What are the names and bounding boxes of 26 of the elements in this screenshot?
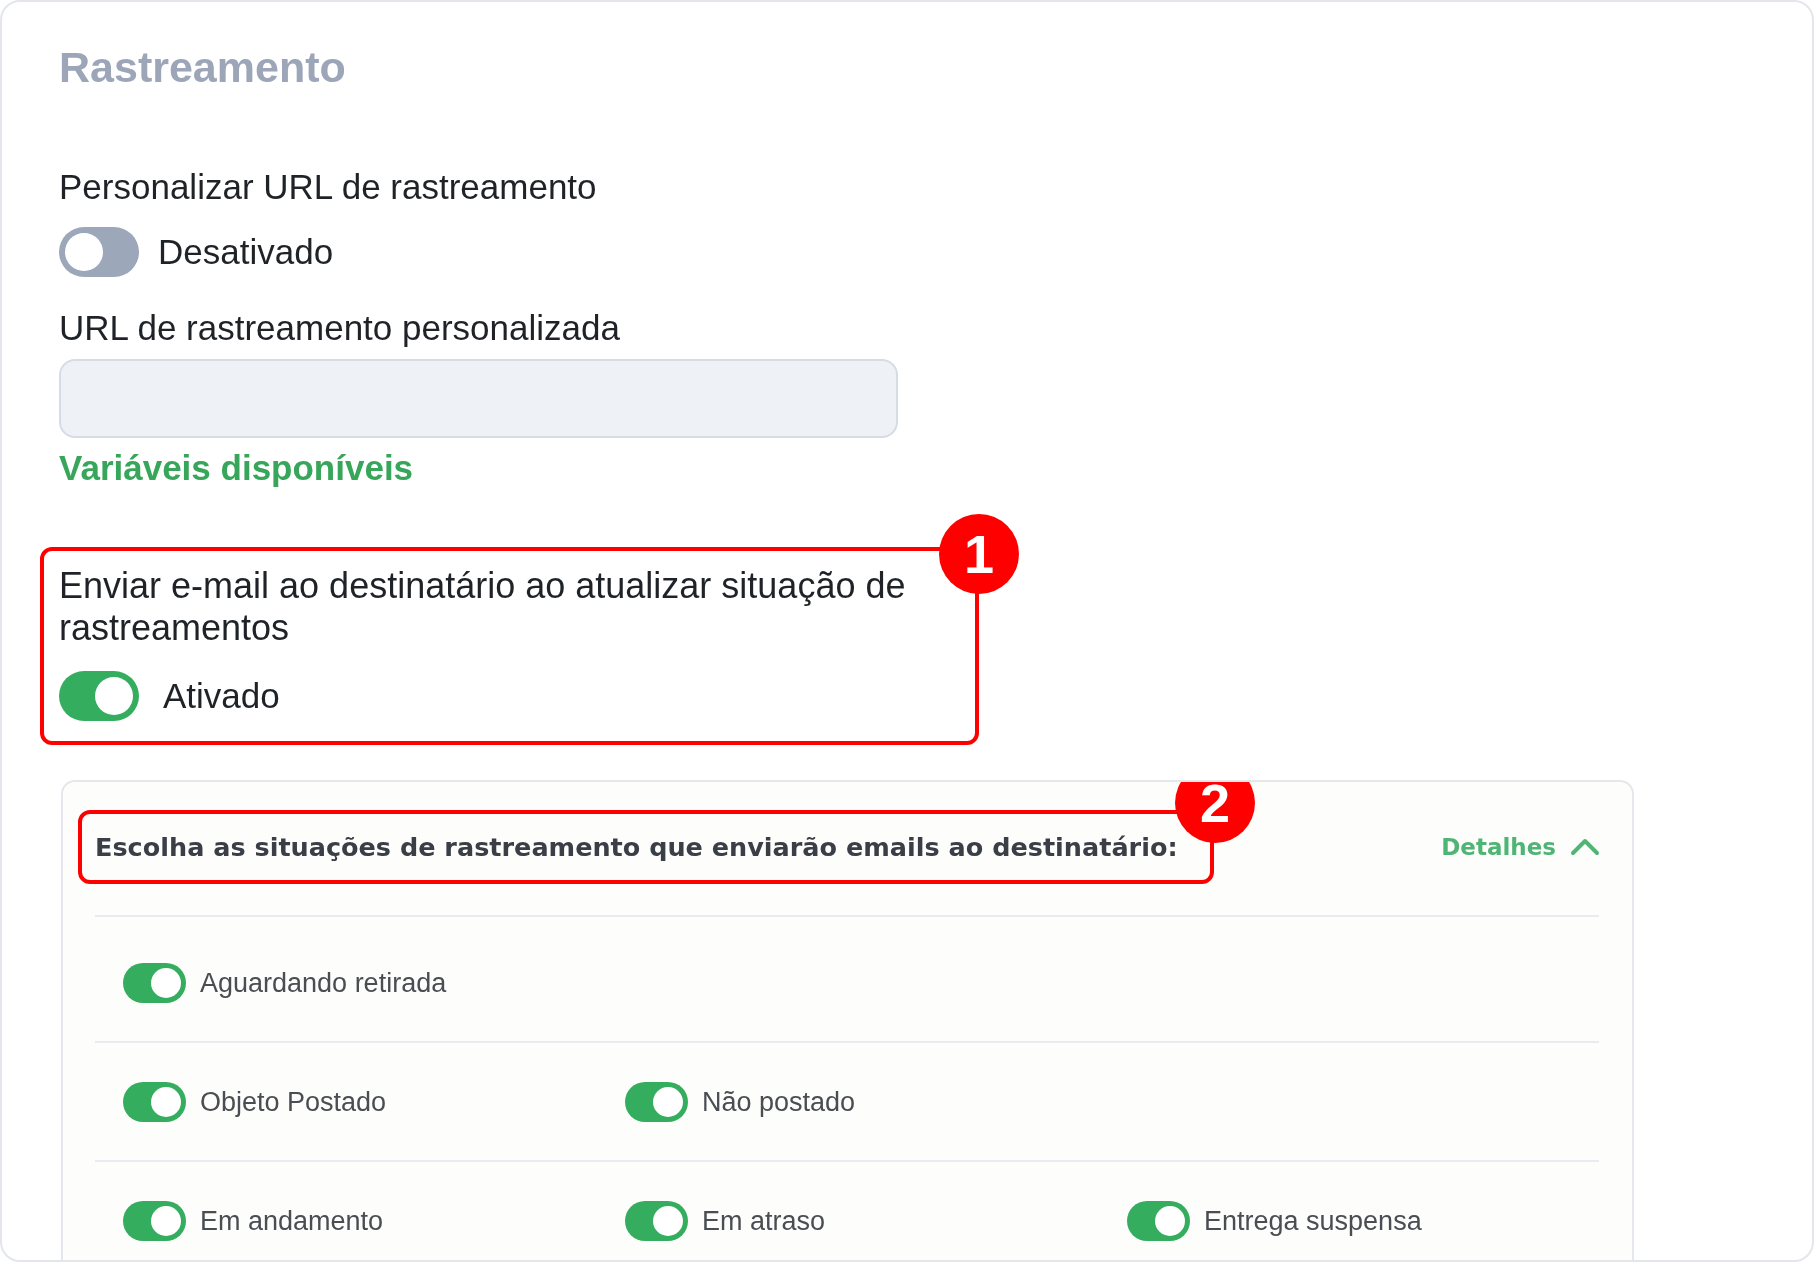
field-label: Personalizar URL de rastreamento (59, 169, 597, 205)
toggle-label: Aguardando retirada (200, 968, 447, 998)
field-label: Enviar e-mail ao destinatário ao atualizar situação de rastreamentos (59, 565, 907, 649)
toggle-switch[interactable] (625, 1200, 688, 1241)
toggle-switch[interactable] (123, 1081, 186, 1122)
details-toggle[interactable]: Detalhes (1441, 829, 1600, 865)
toggle-label: Em andamento (200, 1205, 384, 1236)
toggle-label: Em atraso (702, 1205, 826, 1236)
toggle-state-label: Desativado (158, 234, 334, 270)
callout-badge: 2 (1175, 782, 1255, 843)
toggle-switch[interactable] (1127, 1200, 1190, 1241)
toggle-state-label: Ativado (163, 678, 280, 714)
toggle-switch[interactable] (123, 1200, 186, 1241)
variables-link[interactable]: Variáveis disponíveis (59, 450, 414, 486)
toggle-switch[interactable] (59, 227, 139, 277)
callout-badge: 1 (939, 514, 1019, 594)
toggle-label: Não postado (702, 1086, 856, 1117)
toggle-switch[interactable] (123, 963, 186, 1003)
input-field[interactable] (59, 359, 898, 438)
toggle-label: Entrega suspensa (1204, 1205, 1422, 1236)
section-heading: Escolha as situações de rastreamento que enviarão emails ao destinatário: (95, 831, 1178, 863)
toggle-switch[interactable] (59, 671, 139, 721)
toggle-label: Objeto Postado (200, 1086, 387, 1117)
field-label: URL de rastreamento personalizada (59, 310, 620, 346)
section-title: Rastreamento (59, 44, 346, 90)
toggle-switch[interactable] (625, 1081, 688, 1122)
